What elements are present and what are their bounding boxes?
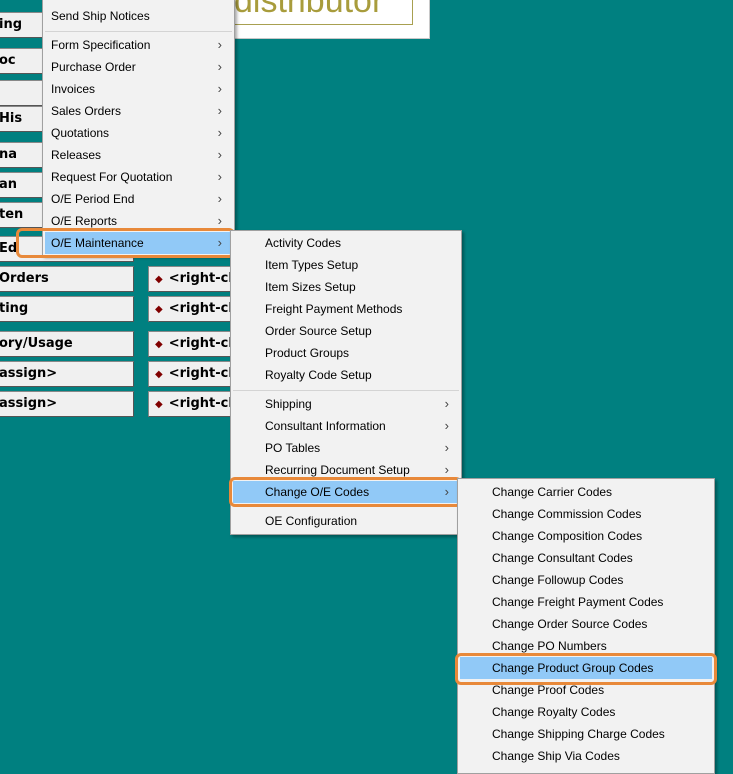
menu-item-product-groups[interactable]: Product Groups (233, 342, 459, 364)
background-button-label: ing (0, 17, 23, 32)
menu-item-quotations[interactable]: Quotations › (45, 122, 232, 144)
right-click-button[interactable]: ◆ <right-clic (148, 361, 238, 387)
menu-item-royalty-code-setup[interactable]: Royalty Code Setup (233, 364, 459, 386)
chevron-right-icon: › (217, 103, 222, 118)
background-button-label: Ed (0, 241, 18, 256)
menu-item-change-po-numbers[interactable]: Change PO Numbers (460, 635, 712, 657)
menu-item-change-consultant-codes[interactable]: Change Consultant Codes (460, 547, 712, 569)
company-logo: distributor (230, 0, 430, 39)
menu-item-send-ship-notices[interactable]: Send Ship Notices (45, 5, 232, 27)
right-click-label: <right-clic (168, 366, 238, 381)
menu-item-change-freight-payment-codes[interactable]: Change Freight Payment Codes (460, 591, 712, 613)
right-click-label: <right-clic (168, 336, 238, 351)
right-click-button[interactable]: ◆ <right-clic (148, 331, 238, 357)
background-button-label: His (0, 111, 23, 126)
right-click-label: <right-clic (168, 271, 238, 286)
menu-item-change-composition-codes[interactable]: Change Composition Codes (460, 525, 712, 547)
diamond-icon: ◆ (155, 274, 163, 285)
menu-item-change-product-group-codes[interactable]: Change Product Group Codes (460, 657, 712, 679)
menu-item-freight-payment-methods[interactable]: Freight Payment Methods (233, 298, 459, 320)
menu-item-oe-maintenance[interactable]: O/E Maintenance › (45, 232, 232, 254)
menu-item-change-carrier-codes[interactable]: Change Carrier Codes (460, 481, 712, 503)
menu-item-shipping[interactable]: Shipping › (233, 393, 459, 415)
menu-item-item-sizes-setup[interactable]: Item Sizes Setup (233, 276, 459, 298)
background-button-label: an (0, 177, 18, 192)
background-button-label: na (0, 147, 18, 162)
chevron-right-icon: › (444, 462, 449, 477)
menu-item-form-specification[interactable]: Form Specification › (45, 34, 232, 56)
menu-separator (233, 506, 459, 507)
menu-item-order-source-setup[interactable]: Order Source Setup (233, 320, 459, 342)
right-click-label: <right-clic (168, 301, 238, 316)
background-button-label: ten (0, 207, 24, 222)
menu-item-po-tables[interactable]: PO Tables › (233, 437, 459, 459)
right-click-button[interactable]: ◆ <right-clic (148, 296, 238, 322)
chevron-right-icon: › (217, 147, 222, 162)
chevron-right-icon: › (444, 396, 449, 411)
menu-item-sales-orders[interactable]: Sales Orders › (45, 100, 232, 122)
logo-text: distributor (231, 0, 413, 25)
diamond-icon: ◆ (155, 399, 163, 410)
background-button[interactable]: ting (0, 296, 134, 322)
diamond-icon: ◆ (155, 369, 163, 380)
chevron-right-icon: › (217, 235, 222, 250)
menu-item-purchase-order[interactable]: Purchase Order › (45, 56, 232, 78)
menu-item-change-followup-codes[interactable]: Change Followup Codes (460, 569, 712, 591)
diamond-icon: ◆ (155, 339, 163, 350)
background-button[interactable]: assign> (0, 391, 134, 417)
menu-item-item-types-setup[interactable]: Item Types Setup (233, 254, 459, 276)
menu-item-change-proof-codes[interactable]: Change Proof Codes (460, 679, 712, 701)
oe-maintenance-submenu: Activity Codes Item Types Setup Item Siz… (230, 230, 462, 535)
menu-item-recurring-document-setup[interactable]: Recurring Document Setup › (233, 459, 459, 481)
chevron-right-icon: › (217, 213, 222, 228)
menu-item-oe-reports[interactable]: O/E Reports › (45, 210, 232, 232)
background-button-label: oc (0, 53, 16, 68)
background-button-label: assign> (0, 366, 58, 381)
chevron-right-icon: › (217, 59, 222, 74)
menu-item-change-commission-codes[interactable]: Change Commission Codes (460, 503, 712, 525)
background-button-label: ting (0, 301, 29, 316)
menu-item-change-royalty-codes[interactable]: Change Royalty Codes (460, 701, 712, 723)
right-click-label: <right-clic (168, 396, 238, 411)
menu-separator (233, 390, 459, 391)
chevron-right-icon: › (217, 191, 222, 206)
menu-item-invoices[interactable]: Invoices › (45, 78, 232, 100)
menu-item-oe-configuration[interactable]: OE Configuration (233, 510, 459, 532)
menu-item-consultant-information[interactable]: Consultant Information › (233, 415, 459, 437)
oe-menu: Send Ship Notices Form Specification › P… (42, 0, 235, 256)
chevron-right-icon: › (444, 440, 449, 455)
background-button-label: ory/Usage (0, 336, 73, 351)
menu-item-change-ship-via-codes[interactable]: Change Ship Via Codes (460, 745, 712, 767)
menu-item-change-order-source-codes[interactable]: Change Order Source Codes (460, 613, 712, 635)
background-button[interactable]: ory/Usage (0, 331, 134, 357)
change-oe-codes-submenu: Change Carrier Codes Change Commission C… (457, 478, 715, 774)
background-button[interactable]: Orders (0, 266, 134, 292)
chevron-right-icon: › (217, 169, 222, 184)
diamond-icon: ◆ (155, 304, 163, 315)
menu-item-activity-codes[interactable]: Activity Codes (233, 232, 459, 254)
menu-separator (45, 31, 232, 32)
chevron-right-icon: › (217, 125, 222, 140)
chevron-right-icon: › (217, 37, 222, 52)
right-click-button[interactable]: ◆ <right-clic (148, 391, 238, 417)
chevron-right-icon: › (444, 484, 449, 499)
chevron-right-icon: › (444, 418, 449, 433)
menu-item-change-oe-codes[interactable]: Change O/E Codes › (233, 481, 459, 503)
menu-item-change-shipping-charge-codes[interactable]: Change Shipping Charge Codes (460, 723, 712, 745)
background-button-label: Orders (0, 271, 49, 286)
menu-item-oe-period-end[interactable]: O/E Period End › (45, 188, 232, 210)
background-button[interactable]: assign> (0, 361, 134, 387)
menu-item-request-for-quotation[interactable]: Request For Quotation › (45, 166, 232, 188)
background-button-label: assign> (0, 396, 58, 411)
menu-item-releases[interactable]: Releases › (45, 144, 232, 166)
right-click-button[interactable]: ◆ <right-clic (148, 266, 238, 292)
chevron-right-icon: › (217, 81, 222, 96)
